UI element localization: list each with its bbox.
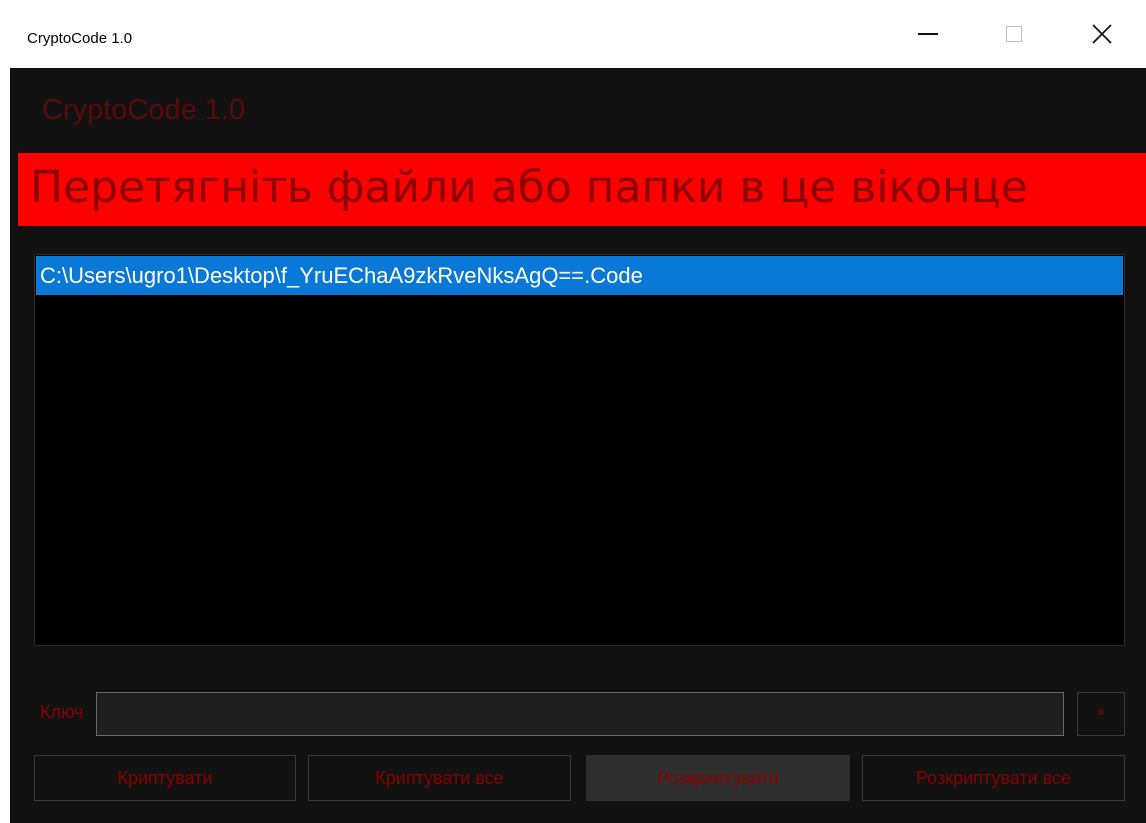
key-label: Ключ	[40, 702, 84, 722]
maximize-icon	[1006, 26, 1022, 42]
decrypt-all-button[interactable]: Розкриптувати все	[862, 755, 1125, 801]
minimize-icon	[918, 33, 938, 35]
close-button[interactable]	[1070, 0, 1134, 68]
decrypt-button[interactable]: Розкриптувати	[586, 755, 850, 801]
window-title: CryptoCode 1.0	[27, 30, 133, 47]
show-key-button[interactable]: *	[1077, 692, 1125, 736]
client-area: CryptoCode 1.0 Перетягніть файли або пап…	[10, 68, 1146, 823]
title-bar[interactable]: CryptoCode 1.0	[0, 0, 1146, 68]
minimize-button[interactable]	[896, 0, 960, 68]
app-window: CryptoCode 1.0 CryptoCode 1.0 Перетягніт…	[0, 0, 1146, 823]
key-input[interactable]	[96, 692, 1064, 736]
drop-zone-banner[interactable]: Перетягніть файли або папки в це віконце	[18, 153, 1146, 226]
close-icon	[1092, 24, 1112, 44]
maximize-button[interactable]	[982, 0, 1046, 68]
encrypt-all-button[interactable]: Криптувати все	[308, 755, 571, 801]
app-heading: CryptoCode 1.0	[42, 94, 246, 126]
list-item[interactable]: C:\Users\ugro1\Desktop\f_YruEChaA9zkRveN…	[36, 256, 1123, 295]
file-list[interactable]: C:\Users\ugro1\Desktop\f_YruEChaA9zkRveN…	[34, 254, 1125, 646]
encrypt-button[interactable]: Криптувати	[34, 755, 296, 801]
drop-zone-text: Перетягніть файли або папки в це віконце	[30, 162, 1028, 213]
